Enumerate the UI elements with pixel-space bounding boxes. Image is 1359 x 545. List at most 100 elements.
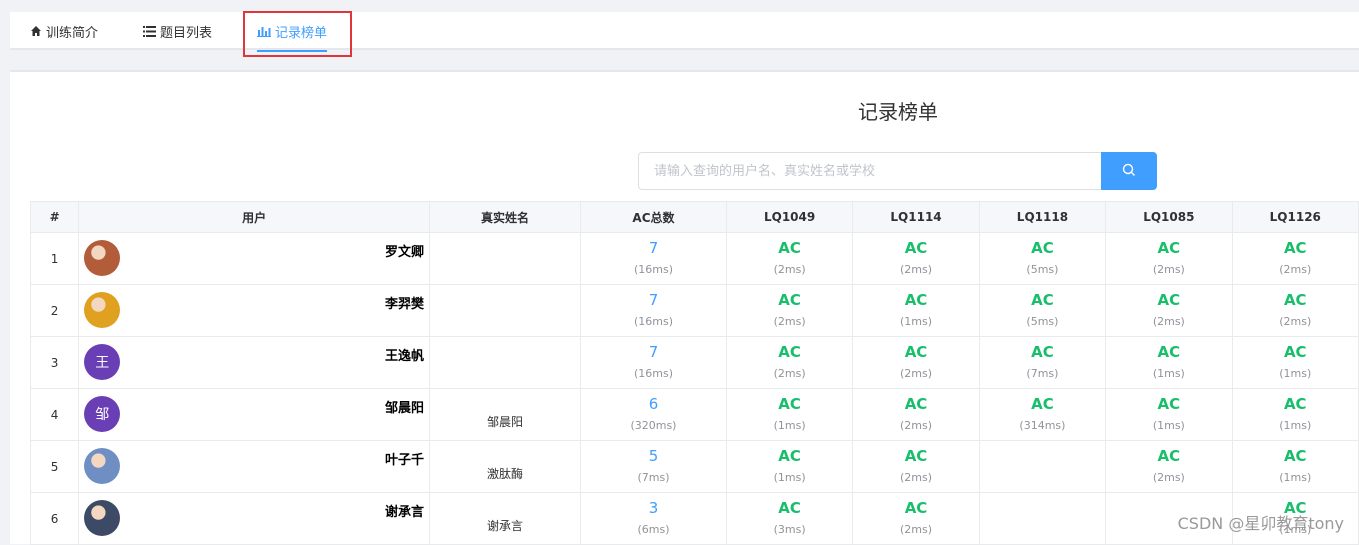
table-row: 2 李羿樊 7 (16ms) AC (2ms) AC (1ms) AC (5ms) AC (2ms) A… [29,284,1359,337]
run-time: (2ms) [773,314,806,328]
ac-status: AC [778,446,801,465]
run-time: (1ms) [1279,470,1312,484]
list-icon [143,25,156,37]
search-bar [638,152,1157,190]
table-row: 4 邹邹晨阳 邹晨阳 6 (320ms) AC (1ms) AC (2ms) AC (314ms) A… [29,388,1359,441]
avatar[interactable] [84,240,121,276]
avatar[interactable] [84,500,121,536]
ac-total-count: 7 [648,342,659,361]
run-time: (2ms) [1279,262,1312,276]
ranking-table: # 用户 真实姓名 AC总数 LQ1049 LQ1114 LQ1118 LQ1085 LQ112… [29,201,1359,545]
annotation-highlight-box [243,11,352,57]
total-time: (6ms) [637,522,670,536]
problem-result-cell: AC (2ms) [1231,232,1359,285]
ac-status: AC [1283,446,1307,465]
username-link[interactable]: 邹晨阳 [385,397,424,416]
ac-total-cell: 7 (16ms) [580,336,727,389]
realname-cell [428,336,582,389]
user-cell: 李羿樊 [78,284,430,337]
avatar[interactable]: 王 [84,344,121,380]
run-time: (2ms) [1152,314,1185,328]
username-link[interactable]: 谢承言 [385,501,424,520]
search-input[interactable] [638,152,1101,190]
problem-result-cell: AC (1ms) [852,284,980,337]
run-time: (1ms) [773,470,806,484]
ac-total-cell: 3 (6ms) [580,492,727,545]
avatar[interactable] [84,448,121,484]
tab-intro[interactable]: 训练简介 [30,12,98,50]
column-header: LQ1126 [1231,201,1359,233]
run-time: (2ms) [1152,470,1185,484]
run-time: (1ms) [900,314,933,328]
problem-result-cell: AC (2ms) [852,388,980,441]
ac-status: AC [1031,238,1054,257]
problem-result-cell: AC (2ms) [1105,284,1233,337]
realname-text: 激肽酶 [487,467,524,481]
ac-status: AC [904,446,928,465]
run-time: (2ms) [1152,262,1185,276]
column-header: LQ1114 [852,201,980,233]
search-button[interactable] [1101,152,1157,190]
total-time: (320ms) [630,418,677,432]
run-time: (2ms) [773,262,806,276]
run-time: (2ms) [900,262,933,276]
rank-cell: 1 [29,232,80,285]
watermark: CSDN @星卯教育tony [1177,514,1344,533]
run-time: (1ms) [773,418,806,432]
page-title: 记录榜单 [858,100,938,124]
ac-total-cell: 6 (320ms) [580,388,727,441]
ac-status: AC [778,498,801,517]
realname-cell: 谢承言 [428,492,582,545]
ac-total-count: 3 [648,498,659,517]
problem-result-cell: AC (1ms) [725,388,854,441]
ac-status: AC [1283,394,1307,413]
ac-status: AC [904,290,928,309]
problem-result-cell: AC (2ms) [1105,232,1233,285]
search-icon [1122,162,1136,181]
user-cell: 罗文卿 [78,232,430,285]
run-time: (3ms) [773,522,806,536]
realname-text: 邹晨阳 [487,415,524,429]
run-time: (314ms) [1019,418,1066,432]
realname-cell: 邹晨阳 [428,388,582,441]
ac-status: AC [778,238,801,257]
avatar[interactable] [84,292,121,328]
problem-result-cell: AC (2ms) [852,336,980,389]
username-link[interactable]: 王逸帆 [385,345,424,364]
username-link[interactable]: 李羿樊 [385,293,424,312]
problem-result-cell [978,492,1107,545]
table-row: 3 王 王逸帆 7 (16ms) AC (2ms) AC (2ms) AC (7ms) AC (1ms)… [29,336,1359,389]
total-time: (7ms) [637,470,670,484]
tab-problem-list[interactable]: 题目列表 [143,12,212,50]
run-time: (1ms) [1152,366,1185,380]
username-link[interactable]: 叶子千 [385,449,424,468]
ac-status: AC [1283,290,1307,309]
user-cell: 邹 邹晨阳 [78,388,430,441]
problem-result-cell: AC (2ms) [1105,440,1233,493]
rank-cell: 3 [29,336,80,389]
ac-total-count: 5 [648,446,659,465]
problem-result-cell: AC (2ms) [725,232,854,285]
problem-result-cell: AC (2ms) [852,440,980,493]
rank-cell: 6 [29,492,80,545]
table-row: 1 罗文卿 7 (16ms) AC (2ms) AC (2ms) AC (5ms) AC (2ms) A… [29,232,1359,285]
ac-status: AC [778,394,801,413]
table-row: 6 谢承言 谢承言 3 (6ms) AC (3ms) AC (2ms) AC (1ms) [29,492,1359,545]
username-link[interactable]: 罗文卿 [385,241,424,260]
ac-status: AC [1283,342,1307,361]
problem-result-cell: AC (2ms) [725,336,854,389]
realname-cell [428,232,582,285]
tab-problem-list-label: 题目列表 [160,25,213,41]
ac-total-count: 7 [648,290,659,309]
run-time: (2ms) [900,418,933,432]
total-time: (16ms) [633,314,673,328]
ac-status: AC [904,394,928,413]
problem-result-cell: AC (1ms) [1105,388,1233,441]
ac-status: AC [778,342,801,361]
ac-total-count: 7 [648,238,659,257]
table-row: 5 叶子千 激肽酶 5 (7ms) AC (1ms) AC (2ms) AC (2ms) AC (1ms… [29,440,1359,493]
avatar[interactable]: 邹 [84,396,121,432]
table-header-row: # 用户 真实姓名 AC总数 LQ1049 LQ1114 LQ1118 LQ1085 LQ112… [29,201,1359,233]
ac-status: AC [778,290,801,309]
problem-result-cell: AC (1ms) [1231,336,1359,389]
